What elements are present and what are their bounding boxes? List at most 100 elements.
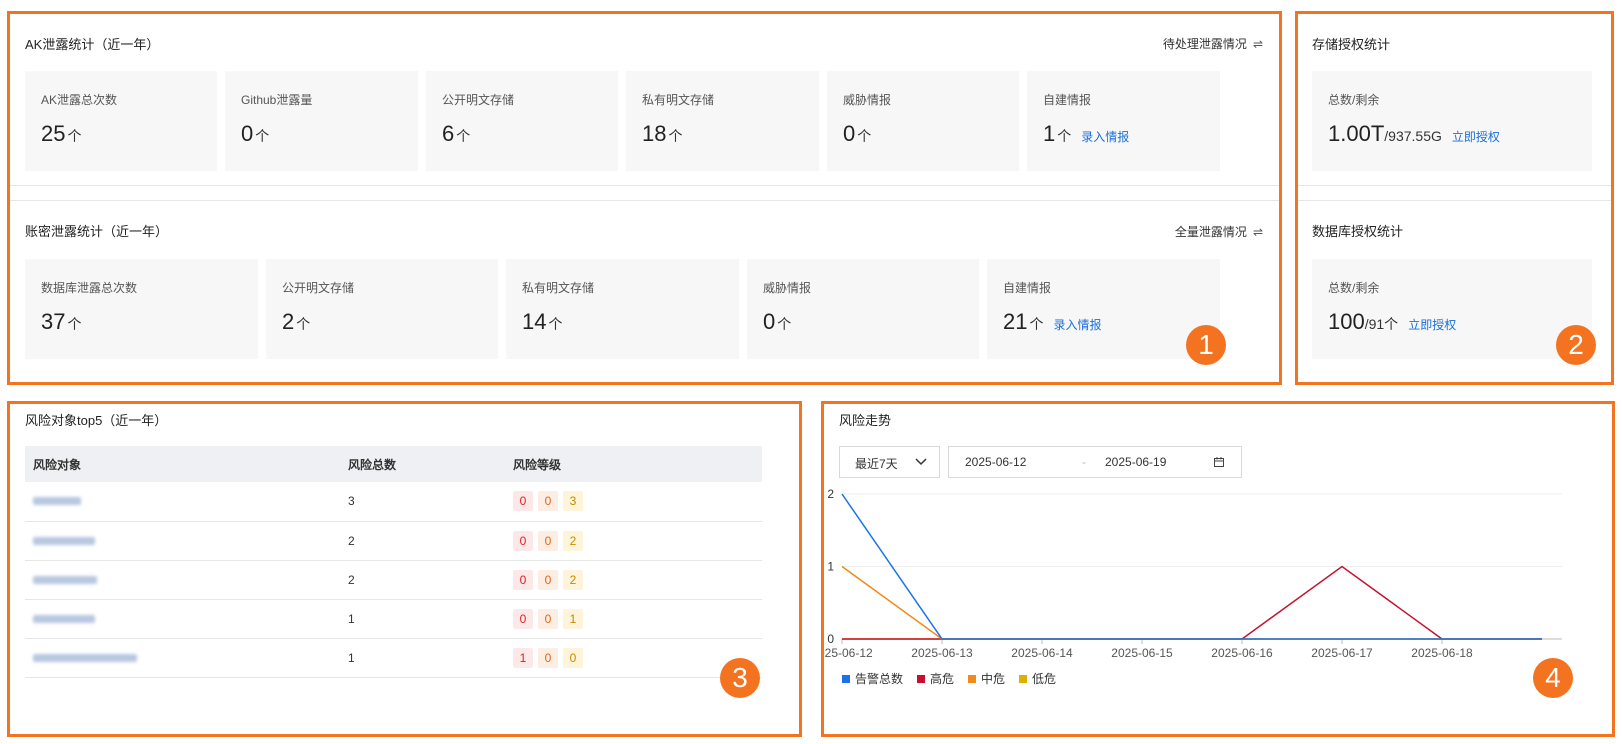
card-label: 私有明文存储 [642,93,715,107]
legend-label: 低危 [1032,672,1057,686]
enter-intel-link[interactable]: 录入情报 [1081,130,1129,144]
card-label: 公开明文存储 [442,93,515,107]
legend-item-high[interactable]: 高危 [917,670,954,687]
card-label: 自建情报 [1003,281,1052,295]
card-value: 2个 [282,309,311,334]
authorize-database-link[interactable]: 立即授权 [1408,318,1456,332]
enter-intel-link[interactable]: 录入情报 [1053,318,1101,332]
series-line-2 [841,565,1542,640]
pending-leak-link-label[interactable]: 待处理泄露情况 [1163,37,1247,51]
ak-card-total: AK泄露总次数 25 个 [25,71,217,171]
card-value: 18 个 [642,121,683,146]
mid-level: 0 [538,530,558,551]
obscured-name[interactable] [33,575,97,584]
risk-object-link[interactable] [25,560,340,600]
database-card: 总数/剩余 100/91个 立即授权 [1312,259,1592,359]
risk-object-link[interactable] [25,638,340,678]
risk-levels: 002 [505,560,762,600]
x-tick-label: 2025-06-15 [1111,646,1173,660]
x-tick-label: 2025-06-14 [1011,646,1073,660]
range-select-value[interactable]: 最近7天 [855,455,898,472]
badge-1: 1 [1186,325,1226,365]
account-card-private: 私有明文存储 14 个 [506,259,739,359]
y-tick-label: 0 [827,632,834,646]
risk-object-link[interactable] [25,482,340,522]
risk-object-link[interactable] [25,521,340,561]
date-start[interactable]: 2025-06-12 [965,455,1026,469]
obscured-name[interactable] [33,497,81,506]
all-leak-link-label[interactable]: 全量泄露情况 [1175,225,1247,239]
storage-title: 存储授权统计 [1312,37,1391,52]
obscured-name[interactable] [33,614,95,623]
account-card-db-total: 数据库泄露总次数 37 个 [25,259,258,359]
authorize-storage-link[interactable]: 立即授权 [1452,130,1500,144]
risk-total: 3 [340,482,505,522]
x-tick-label: 2025-06-18 [1411,646,1473,660]
ak-card-private: 私有明文存储 18 个 [626,71,819,171]
all-leak-link[interactable]: 全量泄露情况 ⇌ [1175,223,1263,240]
card-value: 14 个 [522,309,563,334]
leak-stats-panel: AK泄露统计（近一年） 待处理泄露情况 ⇌ AK泄露总次数 25 个 Github泄… [7,11,1282,385]
risk-total: 2 [340,560,505,600]
card-label: Github泄露量 [241,93,313,107]
swap-icon[interactable]: ⇌ [1253,225,1263,239]
account-section-title: 账密泄露统计（近一年） [25,224,169,239]
swap-icon[interactable]: ⇌ [1253,37,1263,51]
obscured-name[interactable] [33,536,95,545]
divider [10,200,1279,201]
ak-card-public: 公开明文存储 6个 [426,71,618,171]
risk-levels: 002 [505,521,762,561]
legend-item-total[interactable]: 告警总数 [842,670,903,687]
legend-swatch [1019,675,1028,683]
badge-2: 2 [1556,325,1596,365]
legend-item-low[interactable]: 低危 [1019,670,1056,687]
legend-item-mid[interactable]: 中危 [968,670,1005,687]
table-row: 2 002 [25,560,762,600]
legend-label: 中危 [981,672,1006,686]
card-label: 自建情报 [1043,93,1092,107]
risk-levels: 003 [505,482,762,522]
card-label: 威胁情报 [763,281,812,295]
date-end[interactable]: 2025-06-19 [1105,455,1166,469]
card-value: 25 个 [41,121,82,146]
risk-top5-panel: 风险对象top5（近一年） 风险对象 风险总数 风险等级 3 003 2 002… [7,401,802,737]
high-level: 0 [513,530,533,551]
table-row: 1 100 [25,638,762,678]
pending-leak-link[interactable]: 待处理泄露情况 ⇌ [1163,35,1263,52]
account-card-threat: 威胁情报 0个 [747,259,979,359]
card-value: 0个 [843,121,872,146]
calendar-icon[interactable] [1213,456,1225,468]
legend-label: 高危 [930,672,955,686]
high-level: 0 [513,608,533,629]
chart-legend: 告警总数 高危 中危 低危 [842,670,1056,687]
card-label: AK泄露总次数 [41,93,118,107]
range-select[interactable]: 最近7天 [839,446,940,478]
risk-trend-panel: 风险走势 最近7天 2025-06-12 - 2025-06-19 0 1 2 202… [821,401,1615,737]
card-label: 总数/剩余 [1328,93,1380,107]
mid-level: 0 [538,491,558,512]
table-header-row: 风险对象 风险总数 风险等级 [25,446,762,482]
legend-swatch [968,675,977,683]
risk-total: 2 [340,521,505,561]
mid-level: 0 [538,569,558,590]
top5-title: 风险对象top5（近一年） [25,413,168,428]
date-range-picker[interactable]: 2025-06-12 - 2025-06-19 [948,446,1242,478]
legend-swatch [917,675,926,683]
high-level: 0 [513,491,533,512]
low-level: 2 [563,569,583,590]
divider [1298,185,1611,186]
license-stats-panel: 存储授权统计 总数/剩余 1.00T/937.55G 立即授权 数据库授权统计 总… [1295,11,1614,385]
card-value: 0个 [763,309,792,334]
y-tick-label: 1 [827,560,834,574]
badge-3: 3 [720,658,760,698]
chevron-down-icon[interactable] [915,458,927,466]
date-separator: - [1082,455,1086,469]
col-risk-object: 风险对象 [25,446,340,482]
risk-object-link[interactable] [25,599,340,639]
low-level: 0 [563,647,583,668]
risk-levels: 001 [505,599,762,639]
card-value: 37 个 [41,309,82,334]
trend-chart: 0 1 2 2025-06-12 2025-06-13 2025-06-14 2025-06… [824,487,1562,660]
obscured-name[interactable] [33,653,137,662]
y-tick-label: 2 [827,487,834,501]
